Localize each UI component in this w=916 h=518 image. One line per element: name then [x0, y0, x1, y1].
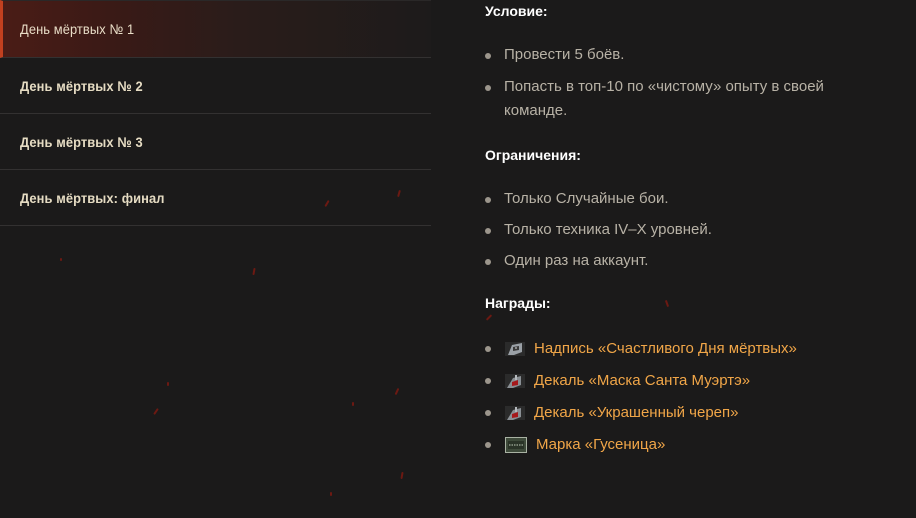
restrictions-heading: Ограничения:	[485, 147, 581, 163]
list-item: Марка «Гусеница»	[485, 429, 885, 461]
sidebar-item-day-of-dead-3[interactable]: День мёртвых № 3	[0, 114, 431, 170]
ember-decoration	[330, 492, 332, 496]
list-item: Надпись «Счастливого Дня мёртвых»	[485, 333, 885, 365]
ember-decoration	[352, 402, 354, 406]
condition-text: Провести 5 боёв.	[504, 46, 625, 63]
restrictions-list: Только Случайные бои. Только техника IV–…	[485, 187, 885, 273]
bullet-icon	[485, 53, 491, 59]
bullet-icon	[485, 259, 491, 265]
sidebar-item-day-of-dead-1[interactable]: День мёртвых № 1	[0, 0, 431, 58]
sidebar-item-day-of-dead-2[interactable]: День мёртвых № 2	[0, 58, 431, 114]
reward-link-caterpillar-emblem[interactable]: Марка «Гусеница»	[536, 434, 665, 456]
reward-link-santa-muerte-decal[interactable]: Декаль «Маска Санта Муэртэ»	[534, 370, 750, 392]
sidebar-item-label: День мёртвых № 2	[20, 77, 143, 94]
bullet-icon	[485, 346, 491, 352]
ember-decoration	[394, 387, 400, 396]
reward-link-inscription[interactable]: Надпись «Счастливого Дня мёртвых»	[534, 338, 797, 360]
emblem-icon	[505, 437, 527, 453]
bullet-icon	[485, 228, 491, 234]
ember-decoration	[485, 314, 493, 321]
ember-decoration	[60, 258, 62, 261]
bullet-icon	[485, 85, 491, 91]
sidebar-item-label: День мёртвых № 1	[20, 21, 135, 37]
sidebar-nav: День мёртвых № 1 День мёртвых № 2 День м…	[0, 0, 431, 226]
restriction-text: Один раз на аккаунт.	[504, 252, 649, 269]
rewards-heading: Награды:	[485, 295, 551, 311]
rewards-list: Надпись «Счастливого Дня мёртвых» Декаль…	[485, 333, 885, 461]
bullet-icon	[485, 442, 491, 448]
sidebar-item-label: День мёртвых: финал	[20, 189, 165, 206]
page: День мёртвых № 1 День мёртвых № 2 День м…	[0, 0, 916, 518]
bullet-icon	[485, 197, 491, 203]
list-item: Один раз на аккаунт.	[485, 249, 885, 273]
list-item: Провести 5 боёв.	[485, 43, 885, 67]
bullet-icon	[485, 378, 491, 384]
restriction-text: Только Случайные бои.	[504, 190, 669, 207]
sidebar-item-day-of-dead-final[interactable]: День мёртвых: финал	[0, 170, 431, 226]
list-item: Декаль «Маска Санта Муэртэ»	[485, 365, 885, 397]
ember-decoration	[400, 471, 404, 480]
reward-link-decorated-skull-decal[interactable]: Декаль «Украшенный череп»	[534, 402, 739, 424]
sidebar-item-label: День мёртвых № 3	[20, 133, 143, 150]
decal-icon	[505, 374, 525, 388]
list-item: Только техника IV–X уровней.	[485, 218, 885, 242]
bullet-icon	[485, 410, 491, 416]
restriction-text: Только техника IV–X уровней.	[504, 221, 712, 238]
ember-decoration	[252, 267, 256, 276]
ember-decoration	[664, 299, 670, 308]
condition-text: Попасть в топ-10 по «чистому» опыту в св…	[504, 78, 824, 119]
ember-decoration	[153, 408, 159, 415]
inscription-icon	[505, 342, 525, 356]
list-item: Только Случайные бои.	[485, 187, 885, 211]
conditions-heading: Условие:	[485, 3, 548, 19]
ember-decoration	[167, 382, 169, 386]
conditions-list: Провести 5 боёв. Попасть в топ-10 по «чи…	[485, 43, 885, 123]
list-item: Попасть в топ-10 по «чистому» опыту в св…	[485, 75, 885, 123]
decal-icon	[505, 406, 525, 420]
list-item: Декаль «Украшенный череп»	[485, 397, 885, 429]
